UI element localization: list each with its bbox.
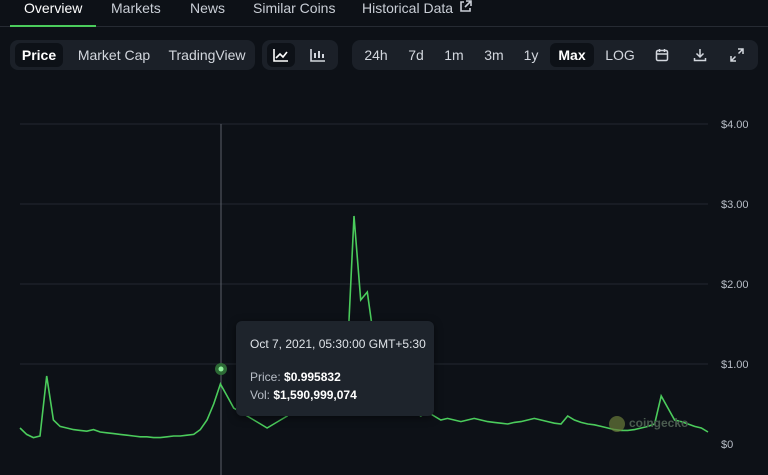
chart-tooltip: Oct 7, 2021, 05:30:00 GMT+5:30 Price: $0…	[236, 321, 434, 416]
y-tick-label: $3.00	[721, 199, 749, 211]
hover-point-center	[218, 366, 224, 372]
watermark: coingecko	[609, 416, 688, 432]
tooltip-vol-value: $1,590,999,074	[273, 388, 357, 402]
watermark-text: coingecko	[629, 416, 689, 431]
tooltip-price-label: Price:	[250, 370, 281, 384]
tooltip-price: Price: $0.995832	[250, 370, 341, 384]
y-tick-label: $1.00	[721, 359, 749, 371]
y-axis: $4.00 $3.00 $2.00 $1.00 $0	[721, 119, 749, 451]
y-tick-label: $0	[721, 439, 733, 451]
y-tick-label: $2.00	[721, 279, 749, 291]
tooltip-date: Oct 7, 2021, 05:30:00 GMT+5:30	[250, 337, 426, 351]
tooltip-price-value: $0.995832	[284, 370, 341, 384]
y-tick-label: $4.00	[721, 119, 749, 131]
tooltip-volume: Vol: $1,590,999,074	[250, 388, 357, 402]
coingecko-logo-icon	[609, 416, 625, 432]
tooltip-vol-label: Vol:	[250, 388, 271, 402]
